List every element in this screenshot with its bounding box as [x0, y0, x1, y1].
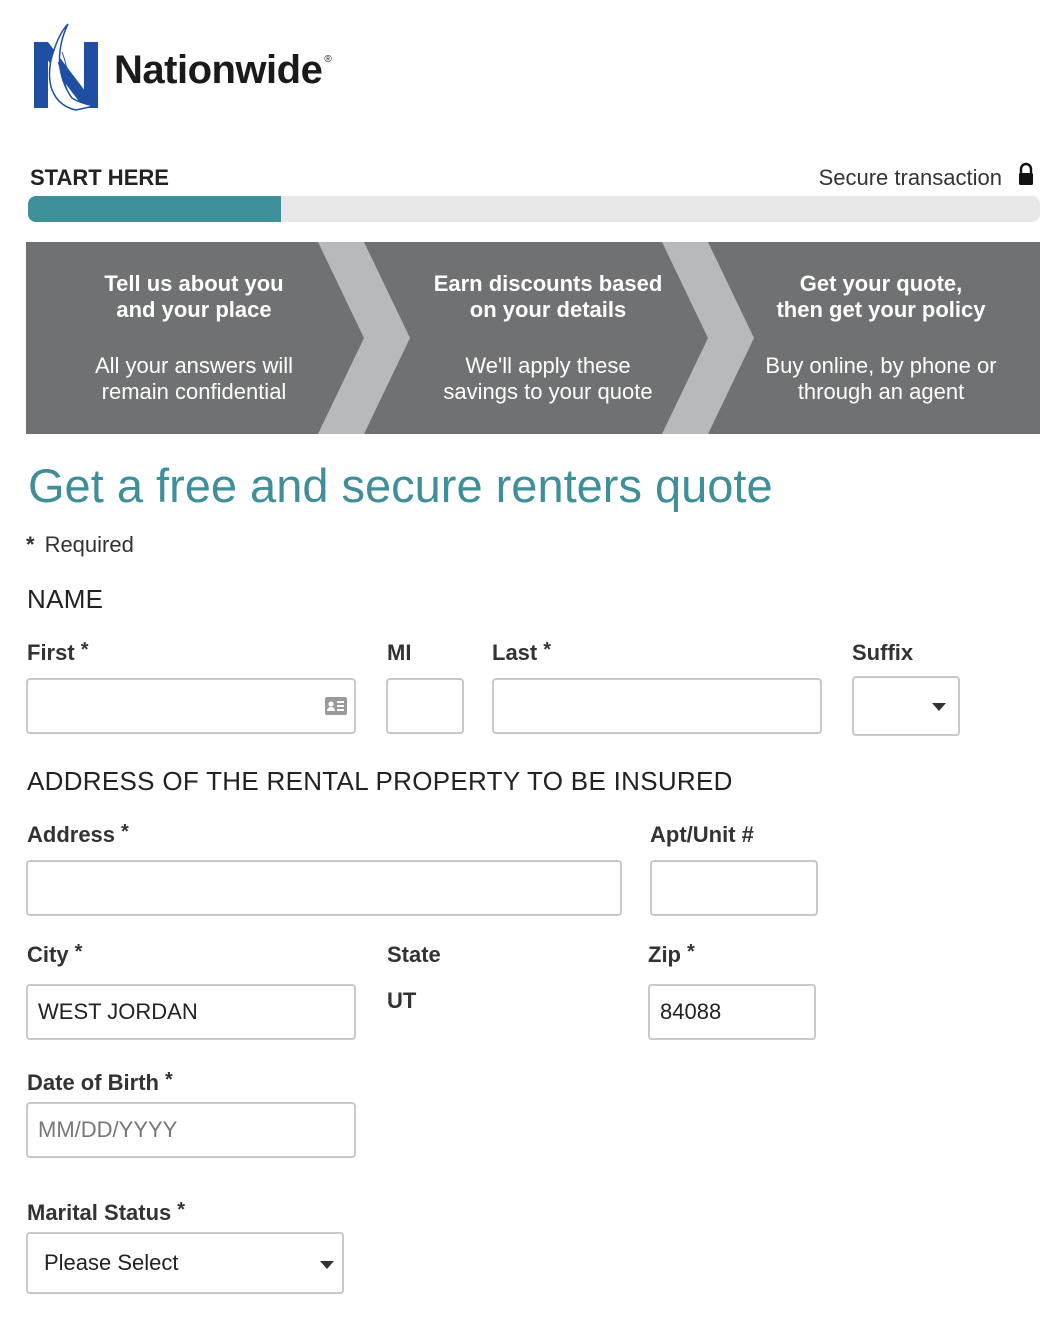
- chevron-down-icon: [320, 1261, 334, 1269]
- suffix-label: Suffix: [852, 640, 914, 665]
- apt-unit-label: Apt/Unit #: [650, 822, 754, 847]
- last-name-field[interactable]: [492, 678, 822, 734]
- chevron-down-icon: [932, 703, 946, 711]
- step-1-desc: All your answers will: [94, 353, 294, 378]
- city-label: City *: [27, 941, 83, 967]
- nationwide-eagle-logo-icon: [34, 23, 98, 111]
- step-3: Get your quote, then get your policy Buy …: [765, 271, 997, 404]
- progress-start-label: START HERE: [30, 165, 169, 190]
- apt-unit-field[interactable]: [650, 860, 818, 916]
- address-label: Address *: [27, 821, 129, 847]
- step-2: Earn discounts based on your details We'l…: [433, 271, 663, 404]
- dob-field[interactable]: [26, 1102, 356, 1158]
- step-2-title: Earn discounts based: [433, 271, 663, 296]
- address-field[interactable]: [26, 860, 622, 916]
- suffix-select[interactable]: [852, 676, 960, 736]
- secure-transaction-label: Secure transaction: [818, 165, 1002, 190]
- first-name-label: First *: [27, 639, 89, 665]
- marital-status-label: Marital Status *: [27, 1199, 186, 1225]
- contact-card-icon[interactable]: [324, 696, 348, 716]
- marital-status-value: Please Select: [44, 1250, 179, 1275]
- step-1: Tell us about you and your place All your…: [94, 271, 294, 404]
- steps-banner: Tell us about you and your place All your…: [26, 242, 1040, 434]
- marital-status-select[interactable]: Please Select: [26, 1232, 344, 1294]
- state-value: UT: [387, 988, 417, 1013]
- state-label: State: [387, 942, 441, 967]
- address-section-heading: ADDRESS OF THE RENTAL PROPERTY TO BE INS…: [27, 766, 733, 796]
- name-section-heading: NAME: [27, 584, 104, 614]
- progress-bar: [28, 196, 1040, 222]
- step-2-desc: We'll apply these: [465, 353, 631, 378]
- last-name-label: Last *: [492, 639, 552, 665]
- zip-label: Zip *: [648, 941, 695, 967]
- brand-name: Nationwide ®: [114, 48, 332, 92]
- mi-label: MI: [387, 640, 412, 665]
- city-field[interactable]: [26, 984, 356, 1040]
- step-3-desc: Buy online, by phone or: [765, 353, 997, 378]
- progress-fill: [28, 196, 281, 222]
- lock-icon: [1019, 162, 1033, 185]
- dob-label: Date of Birth *: [27, 1069, 173, 1095]
- step-chevron-icon: [318, 242, 410, 434]
- step-1-title: Tell us about you: [104, 271, 284, 296]
- required-note: * Required: [26, 532, 134, 557]
- step-3-title: Get your quote,: [799, 271, 963, 296]
- first-name-field[interactable]: [26, 678, 356, 734]
- step-chevron-icon: [662, 242, 754, 434]
- page-title: Get a free and secure renters quote: [28, 459, 773, 512]
- zip-field[interactable]: [648, 984, 816, 1040]
- mi-field[interactable]: [386, 678, 464, 734]
